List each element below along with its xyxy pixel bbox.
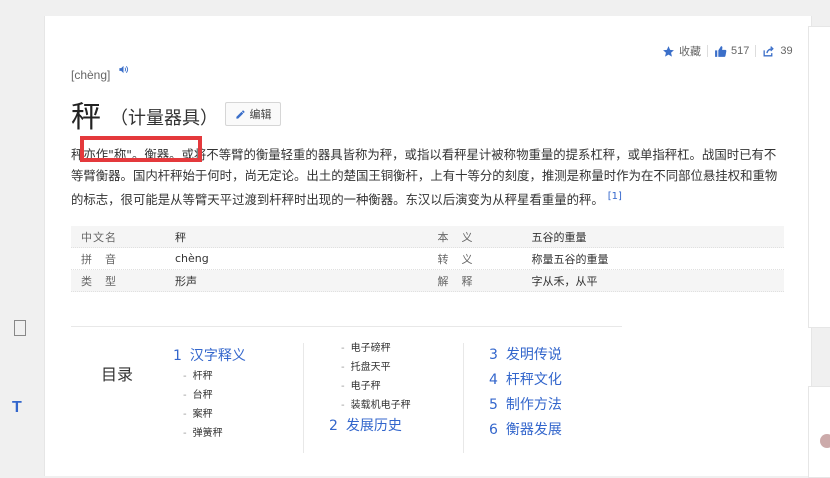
side-card-2 (808, 386, 830, 478)
speaker-icon[interactable] (118, 64, 129, 75)
toc-subitem[interactable]: - 电子磅秤 (331, 339, 411, 358)
toc-item[interactable]: 2 发展历史 (329, 415, 411, 437)
toc-divider (303, 343, 304, 453)
pinyin: [chèng] (71, 68, 111, 82)
page-title: 秤 (71, 100, 101, 135)
avatar (820, 434, 830, 448)
thumbs-up-icon (715, 45, 727, 57)
divider (755, 45, 757, 57)
infobox-row: 类 型 形声 解 释 字从禾，从平 (71, 270, 784, 292)
like-button[interactable]: 517 (714, 45, 749, 58)
star-icon (663, 45, 674, 57)
toc-item[interactable]: 4 杆秤文化 (489, 368, 562, 393)
infobox-value: 形声 (174, 274, 197, 288)
infobox-key: 类 型 (81, 274, 117, 288)
infobox: 中文名 秤 本 义 五谷的重量 拼 音 chèng 转 义 称量五谷的重量 类 … (71, 226, 784, 292)
edit-button[interactable]: 编辑 (225, 102, 281, 126)
toc-column-3: 3 发明传说 4 杆秤文化 5 制作方法 6 衡器发展 (489, 343, 562, 443)
toc-subitem[interactable]: - 装载机电子秤 (331, 396, 411, 415)
table-of-contents: 目录 1 汉字释义 - 杆秤 - 台秤 - 案秤 - 弹簧秤 - 电子磅秤 - 托盘天平 -电… (71, 326, 622, 468)
share-count: 39 (780, 45, 793, 57)
side-card (808, 26, 830, 328)
infobox-row: 中文名 秤 本 义 五谷的重量 (71, 226, 784, 248)
share-icon (763, 45, 775, 56)
like-count: 517 (731, 45, 750, 57)
divider (707, 45, 708, 57)
toc-column-1: 1 汉字释义 - 杆秤 - 台秤 - 案秤 - 弹簧秤 (173, 345, 246, 443)
toc-item[interactable]: 6 衡器发展 (489, 418, 562, 443)
infobox-value: 秤 (174, 230, 186, 244)
infobox-row: 拼 音 chèng 转 义 称量五谷的重量 (71, 248, 784, 270)
infobox-value: 字从禾，从平 (531, 274, 598, 288)
toc-item[interactable]: 3 发明传说 (489, 343, 562, 368)
toc-subitem[interactable]: - 案秤 (173, 405, 246, 424)
action-bar: 收藏 517 39 (662, 43, 793, 59)
infobox-key: 本 义 (437, 230, 474, 244)
infobox-key: 解 释 (437, 274, 474, 288)
infobox-key: 转 义 (437, 252, 474, 266)
reference-link[interactable]: [1] (608, 191, 622, 202)
infobox-value: 称量五谷的重量 (531, 252, 609, 266)
infobox-value: chèng (174, 252, 209, 265)
pencil-icon (235, 109, 245, 119)
infobox-value: 五谷的重量 (531, 230, 587, 244)
toc-subitem[interactable]: - 电子秤 (331, 377, 411, 396)
toc-column-2: - 电子磅秤 - 托盘天平 - 电子秤 - 装载机电子秤 2 发展历史 (329, 339, 411, 437)
favorite-button[interactable]: 收藏 (662, 43, 701, 59)
toc-label: 目录 (101, 365, 134, 384)
side-t-label: T (12, 399, 22, 416)
highlight-box (80, 136, 202, 162)
infobox-key: 中文名 (81, 230, 117, 244)
toc-item[interactable]: 1 汉字释义 (173, 345, 246, 367)
toc-subitem[interactable]: - 台秤 (173, 386, 246, 405)
favorite-label: 收藏 (679, 46, 701, 58)
edit-label: 编辑 (249, 108, 272, 121)
toc-subitem[interactable]: - 弹簧秤 (173, 424, 246, 443)
infobox-key: 拼 音 (81, 252, 117, 266)
toc-subitem[interactable]: - 杆秤 (173, 367, 246, 386)
toc-item[interactable]: 5 制作方法 (489, 393, 562, 418)
toc-divider (463, 343, 464, 453)
share-button[interactable]: 39 (762, 45, 793, 58)
page-subtitle: （计量器具） (110, 108, 218, 129)
copy-icon[interactable] (14, 320, 26, 336)
toc-subitem[interactable]: - 托盘天平 (331, 358, 411, 377)
